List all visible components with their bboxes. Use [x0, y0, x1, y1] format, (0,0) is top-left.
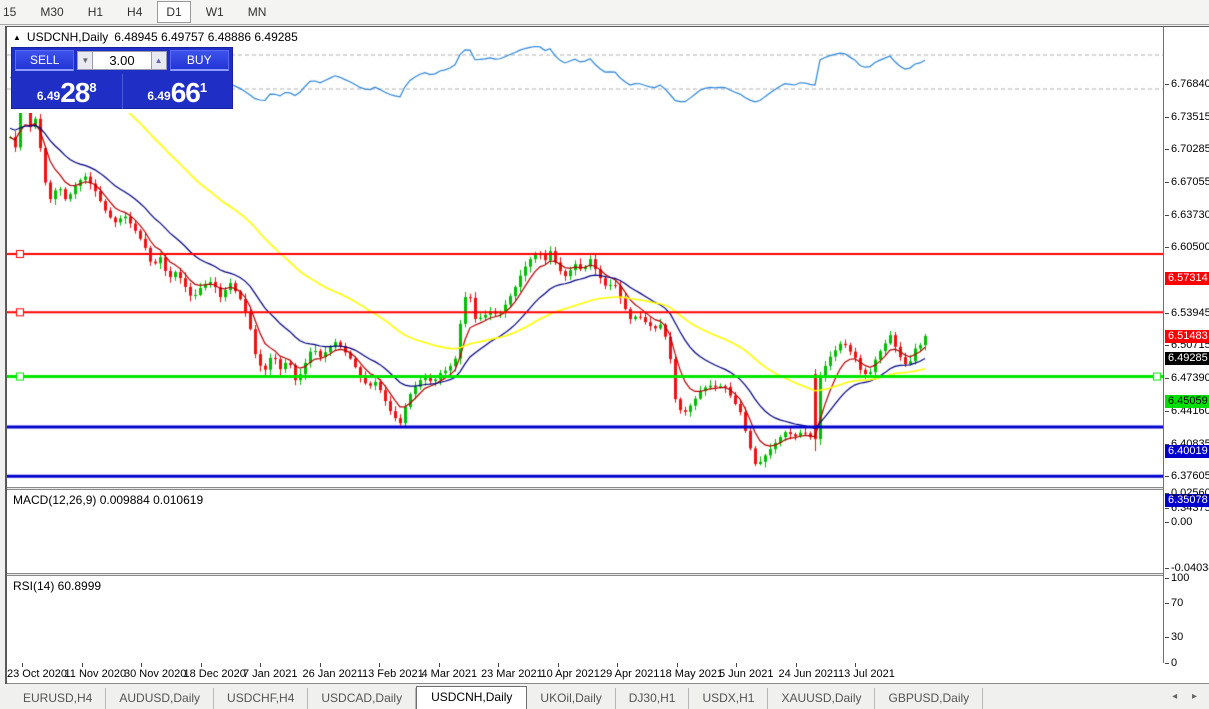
macd-panel-separator[interactable]	[7, 487, 1209, 490]
collapse-chart-icon[interactable]: ▲	[13, 33, 21, 42]
symbol-ohlc: 6.48945 6.49757 6.48886 6.49285	[114, 30, 298, 44]
buy-quote-button[interactable]: 6.49 66 1	[123, 74, 233, 109]
timeframe-button-h1[interactable]: H1	[79, 2, 112, 22]
date-tick-label: 23 Mar 2021	[481, 668, 543, 680]
rsi-tick-label: 30	[1171, 631, 1183, 643]
tab-eurusd-h4[interactable]: EURUSD,H4	[10, 688, 106, 709]
tab-ukoil-daily[interactable]: UKOil,Daily	[527, 688, 615, 709]
date-tick-label: 18 May 2021	[660, 668, 724, 680]
buy-price-pip: 1	[200, 80, 207, 95]
date-tick-label: 11 Nov 2020	[65, 668, 127, 680]
price-marker-label: 6.49285	[1165, 352, 1209, 365]
date-tick-label: 13 Jul 2021	[838, 668, 895, 680]
date-tick-label: 7 Jan 2021	[243, 668, 297, 680]
symbol-header: ▲ USDCNH,Daily 6.48945 6.49757 6.48886 6…	[13, 30, 298, 44]
rsi-panel-separator[interactable]	[7, 573, 1209, 576]
date-tick	[855, 663, 856, 667]
date-tick-label: 23 Oct 2020	[7, 668, 67, 680]
volume-input[interactable]: 3.00	[93, 51, 150, 70]
date-tick-label: 29 Apr 2021	[600, 668, 659, 680]
price-marker-label: 6.57314	[1165, 272, 1209, 285]
buy-price-prefix: 6.49	[147, 89, 170, 103]
price-marker-label: 6.45059	[1165, 395, 1209, 408]
timeframe-button-mn[interactable]: MN	[239, 2, 276, 22]
timeframe-button-w1[interactable]: W1	[197, 2, 233, 22]
sell-price-big: 28	[60, 80, 89, 106]
price-tick-label: 6.67055	[1171, 176, 1209, 188]
chart-window: ▲ USDCNH,Daily 6.48945 6.49757 6.48886 6…	[5, 26, 1209, 684]
price-marker-label: 6.40019	[1165, 445, 1209, 458]
date-tick	[796, 663, 797, 667]
price-tick-label: 6.63730	[1171, 209, 1209, 221]
date-tick	[22, 663, 23, 667]
price-tick-label: 6.60500	[1171, 241, 1209, 253]
date-tick	[141, 663, 142, 667]
tab-usdx-h1[interactable]: USDX,H1	[689, 688, 768, 709]
date-tick	[260, 663, 261, 667]
tab-gbpusd-daily[interactable]: GBPUSD,Daily	[875, 688, 983, 709]
date-tick-label: 30 Nov 2020	[124, 668, 186, 680]
one-click-trading-panel: SELL ▼ 3.00 ▲ BUY 6.49 28 8 6.49 66 1	[11, 47, 233, 109]
timeframe-button-d1[interactable]: D1	[157, 1, 190, 23]
tab-usdcad-daily[interactable]: USDCAD,Daily	[308, 688, 416, 709]
timeframe-button-h4[interactable]: H4	[118, 2, 151, 22]
date-tick	[320, 663, 321, 667]
date-tick	[736, 663, 737, 667]
macd-tick-label: 0.025609	[1171, 487, 1209, 499]
tab-scroll-arrows[interactable]: ◂ ▸	[1172, 691, 1203, 702]
mt4-window: 15 M30 H1 H4 D1 W1 MN ▲ USDCNH,Daily 6.48945 6…	[0, 0, 1209, 709]
date-tick-label: 13 Feb 2021	[362, 668, 424, 680]
date-tick	[439, 663, 440, 667]
timeframe-toolbar: 15 M30 H1 H4 D1 W1 MN	[0, 0, 1209, 25]
symbol-title: USDCNH,Daily	[27, 30, 108, 44]
date-tick-label: 4 Mar 2021	[422, 668, 478, 680]
price-tick-label: 6.73515	[1171, 111, 1209, 123]
sell-price-prefix: 6.49	[37, 89, 60, 103]
timeframe-button-m30[interactable]: M30	[31, 2, 72, 22]
trade-panel-quotes: 6.49 28 8 6.49 66 1	[12, 74, 232, 109]
date-tick-label: 10 Apr 2021	[541, 668, 600, 680]
macd-tick-label: 0.00	[1171, 516, 1192, 528]
rsi-indicator-label: RSI(14) 60.8999	[13, 579, 101, 593]
date-tick	[379, 663, 380, 667]
price-tick-label: 6.47390	[1171, 372, 1209, 384]
date-tick	[498, 663, 499, 667]
date-tick-label: 24 Jun 2021	[779, 668, 840, 680]
price-tick-label: 6.53945	[1171, 307, 1209, 319]
macd-indicator-label: MACD(12,26,9) 0.009884 0.010619	[13, 493, 203, 507]
sell-price-pip: 8	[89, 80, 96, 95]
date-tick	[677, 663, 678, 667]
date-axis[interactable]: 23 Oct 202011 Nov 202030 Nov 202018 Dec …	[7, 663, 1209, 684]
buy-button[interactable]: BUY	[170, 50, 229, 71]
sell-quote-button[interactable]: 6.49 28 8	[12, 74, 123, 109]
tab-dj30-h1[interactable]: DJ30,H1	[616, 688, 690, 709]
date-tick	[617, 663, 618, 667]
tab-usdchf-h4[interactable]: USDCHF,H4	[214, 688, 308, 709]
price-tick-label: 6.76840	[1171, 78, 1209, 90]
trade-panel-controls: SELL ▼ 3.00 ▲ BUY	[12, 48, 232, 73]
price-tick-label: 6.37605	[1171, 470, 1209, 482]
buy-price-big: 66	[171, 80, 200, 106]
tab-xauusd-daily[interactable]: XAUUSD,Daily	[768, 688, 875, 709]
date-tick	[201, 663, 202, 667]
volume-increase-button[interactable]: ▲	[151, 51, 167, 70]
date-tick-label: 18 Dec 2020	[184, 668, 246, 680]
chart-tab-bar: EURUSD,H4AUDUSD,DailyUSDCHF,H4USDCAD,Dai…	[0, 685, 1209, 709]
rsi-tick-label: 0	[1171, 657, 1177, 669]
rsi-tick-label: 100	[1171, 572, 1189, 584]
price-tick-label: 6.70285	[1171, 143, 1209, 155]
date-tick	[82, 663, 83, 667]
tab-usdcnh-daily[interactable]: USDCNH,Daily	[416, 686, 527, 709]
date-tick-label: 26 Jan 2021	[303, 668, 364, 680]
sell-button[interactable]: SELL	[15, 50, 74, 71]
tab-audusd-daily[interactable]: AUDUSD,Daily	[106, 688, 214, 709]
rsi-tick-label: 70	[1171, 597, 1183, 609]
timeframe-button-15[interactable]: 15	[0, 2, 25, 22]
price-marker-label: 6.51483	[1165, 330, 1209, 343]
date-tick	[558, 663, 559, 667]
date-tick-label: 5 Jun 2021	[719, 668, 773, 680]
volume-decrease-button[interactable]: ▼	[77, 51, 93, 70]
